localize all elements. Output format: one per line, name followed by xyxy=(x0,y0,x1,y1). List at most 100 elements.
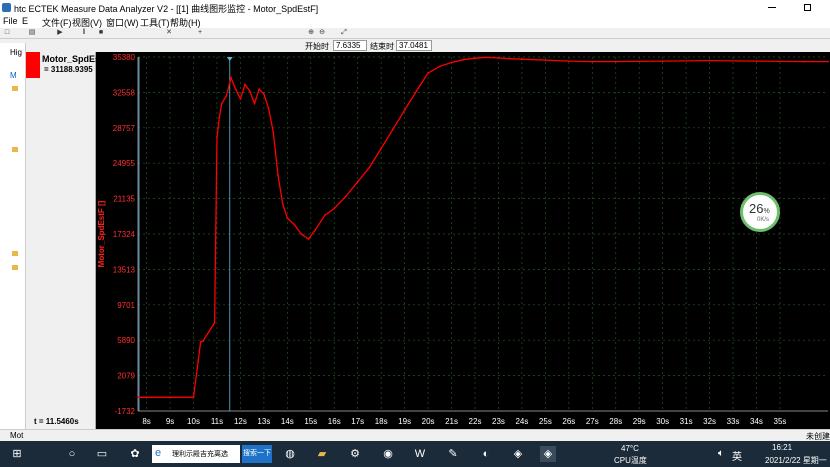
app-icon-active[interactable]: ◈ xyxy=(540,446,556,462)
open-icon[interactable]: ▤ xyxy=(28,29,36,37)
tree-node-label[interactable]: M xyxy=(10,71,17,80)
play-icon[interactable]: ▶ xyxy=(56,29,64,37)
x-tick-label: 26s xyxy=(562,417,575,426)
data-point xyxy=(199,341,202,343)
app-icon[interactable]: ◈ xyxy=(510,446,526,462)
app-icon xyxy=(2,3,11,12)
speaker-icon[interactable]: 🔈︎ xyxy=(718,448,724,459)
x-tick-label: 8s xyxy=(142,417,150,426)
x-tick-label: 11s xyxy=(211,417,223,426)
menu-item-e[interactable]: E xyxy=(22,16,28,26)
x-tick-label: 10s xyxy=(187,417,200,426)
data-point xyxy=(485,56,488,59)
app-icon[interactable]: ◐ xyxy=(478,446,494,462)
data-point xyxy=(145,396,148,399)
data-point xyxy=(277,174,279,176)
data-point xyxy=(300,233,303,236)
new-icon[interactable]: □ xyxy=(3,29,11,37)
restore-icon[interactable] xyxy=(804,4,811,11)
app-icon[interactable]: ✿ xyxy=(127,446,143,462)
tree-root-label[interactable]: Hig xyxy=(10,48,22,57)
data-point xyxy=(755,60,758,62)
x-tick-label: 9s xyxy=(166,417,174,426)
start-time-label: 开始时 xyxy=(305,42,329,51)
folder-icon xyxy=(12,265,18,270)
data-point xyxy=(427,72,429,74)
x-tick-label: 20s xyxy=(422,417,435,426)
data-point xyxy=(333,207,336,210)
signal-name[interactable]: Motor_SpdEs xyxy=(42,54,96,64)
data-point xyxy=(591,60,594,63)
x-tick-label: 18s xyxy=(375,417,388,426)
zoom-out-icon[interactable]: ⊖ xyxy=(318,29,326,37)
fit-icon[interactable]: ⤢ xyxy=(340,29,348,37)
data-point xyxy=(567,60,570,62)
signal-color-swatch[interactable] xyxy=(26,52,40,78)
y-tick-label: 2079 xyxy=(117,372,135,381)
search-box[interactable]: e 理利示殿吉充离选 xyxy=(152,445,240,463)
toolbar: □ ▤ ▶ ‖ ■ ✕ + ⊕ ⊖ ⤢ xyxy=(0,28,830,39)
y-tick-label: 28757 xyxy=(113,124,136,133)
pause-icon[interactable]: ‖ xyxy=(80,29,88,37)
app-icon[interactable]: ✎ xyxy=(445,446,461,462)
cursor-icon[interactable]: + xyxy=(196,29,204,37)
data-point xyxy=(216,136,218,138)
network-speed-widget[interactable]: 26% 0K/s xyxy=(740,192,780,232)
window-title: htc ECTEK Measure Data Analyzer V2 - [[1… xyxy=(14,4,319,14)
x-tick-label: 22s xyxy=(469,417,482,426)
data-point xyxy=(307,238,310,240)
x-tick-label: 23s xyxy=(492,417,505,426)
x-tick-label: 21s xyxy=(445,417,458,426)
y-tick-label: 9701 xyxy=(117,301,135,310)
data-point xyxy=(220,102,223,105)
start-time-field[interactable]: 7.6335 xyxy=(333,40,367,51)
cpu-temp-label: CPU温度 xyxy=(614,456,647,465)
close-icon[interactable]: ✕ xyxy=(165,29,173,37)
data-point xyxy=(314,228,317,231)
zoom-in-icon[interactable]: ⊕ xyxy=(307,29,315,37)
task-view-icon[interactable]: ▭ xyxy=(94,446,110,462)
x-tick-label: 16s xyxy=(328,417,341,426)
clock-time[interactable]: 16:21 xyxy=(772,443,792,452)
settings-icon[interactable]: ⚙ xyxy=(347,446,363,462)
y-tick-label: 17324 xyxy=(113,230,136,239)
data-point xyxy=(253,102,256,105)
data-point xyxy=(169,396,171,399)
data-point xyxy=(827,60,829,63)
app-icon[interactable]: W xyxy=(412,446,428,462)
y-tick-label: -1732 xyxy=(115,407,136,416)
notification-label: 未创建 xyxy=(806,432,830,441)
data-point xyxy=(248,90,251,92)
menu-item-file[interactable]: File xyxy=(3,16,18,26)
x-tick-label: 12s xyxy=(234,417,247,426)
x-tick-label: 35s xyxy=(774,417,787,426)
windows-start-icon[interactable]: ⊞ xyxy=(9,446,25,462)
data-point xyxy=(661,60,664,62)
search-icon[interactable]: ○ xyxy=(64,446,80,462)
data-point xyxy=(368,166,371,169)
x-tick-label: 13s xyxy=(257,417,270,426)
search-button[interactable]: 搜索一下 xyxy=(242,445,272,463)
data-point xyxy=(258,88,261,91)
app-icon[interactable]: ◉ xyxy=(380,446,396,462)
folder-icon[interactable]: ▰ xyxy=(314,446,330,462)
data-point xyxy=(202,340,204,342)
ime-indicator[interactable]: 英 xyxy=(732,448,742,463)
data-point xyxy=(403,109,406,112)
x-tick-label: 32s xyxy=(703,417,716,426)
data-point xyxy=(239,97,242,100)
end-time-field[interactable]: 37.0481 xyxy=(396,40,432,51)
x-tick-label: 24s xyxy=(515,417,528,426)
stop-icon[interactable]: ■ xyxy=(97,29,105,37)
minimize-icon[interactable] xyxy=(768,7,776,8)
data-point xyxy=(474,57,476,60)
signal-chart[interactable]: 35380 32558 28757 24955 21135 17324 13513 9701 5… xyxy=(96,52,830,429)
title-bar: htc ECTEK Measure Data Analyzer V2 - [[1… xyxy=(0,0,830,15)
clock-date[interactable]: 2021/2/22 星期一 xyxy=(765,455,827,466)
data-point xyxy=(497,57,500,59)
y-tick-label: 13513 xyxy=(113,265,136,274)
data-point xyxy=(415,90,418,92)
search-input[interactable]: 理利示殿吉充离选 xyxy=(172,449,228,459)
x-tick-label: 30s xyxy=(656,417,669,426)
app-icon[interactable]: ◍ xyxy=(282,446,298,462)
